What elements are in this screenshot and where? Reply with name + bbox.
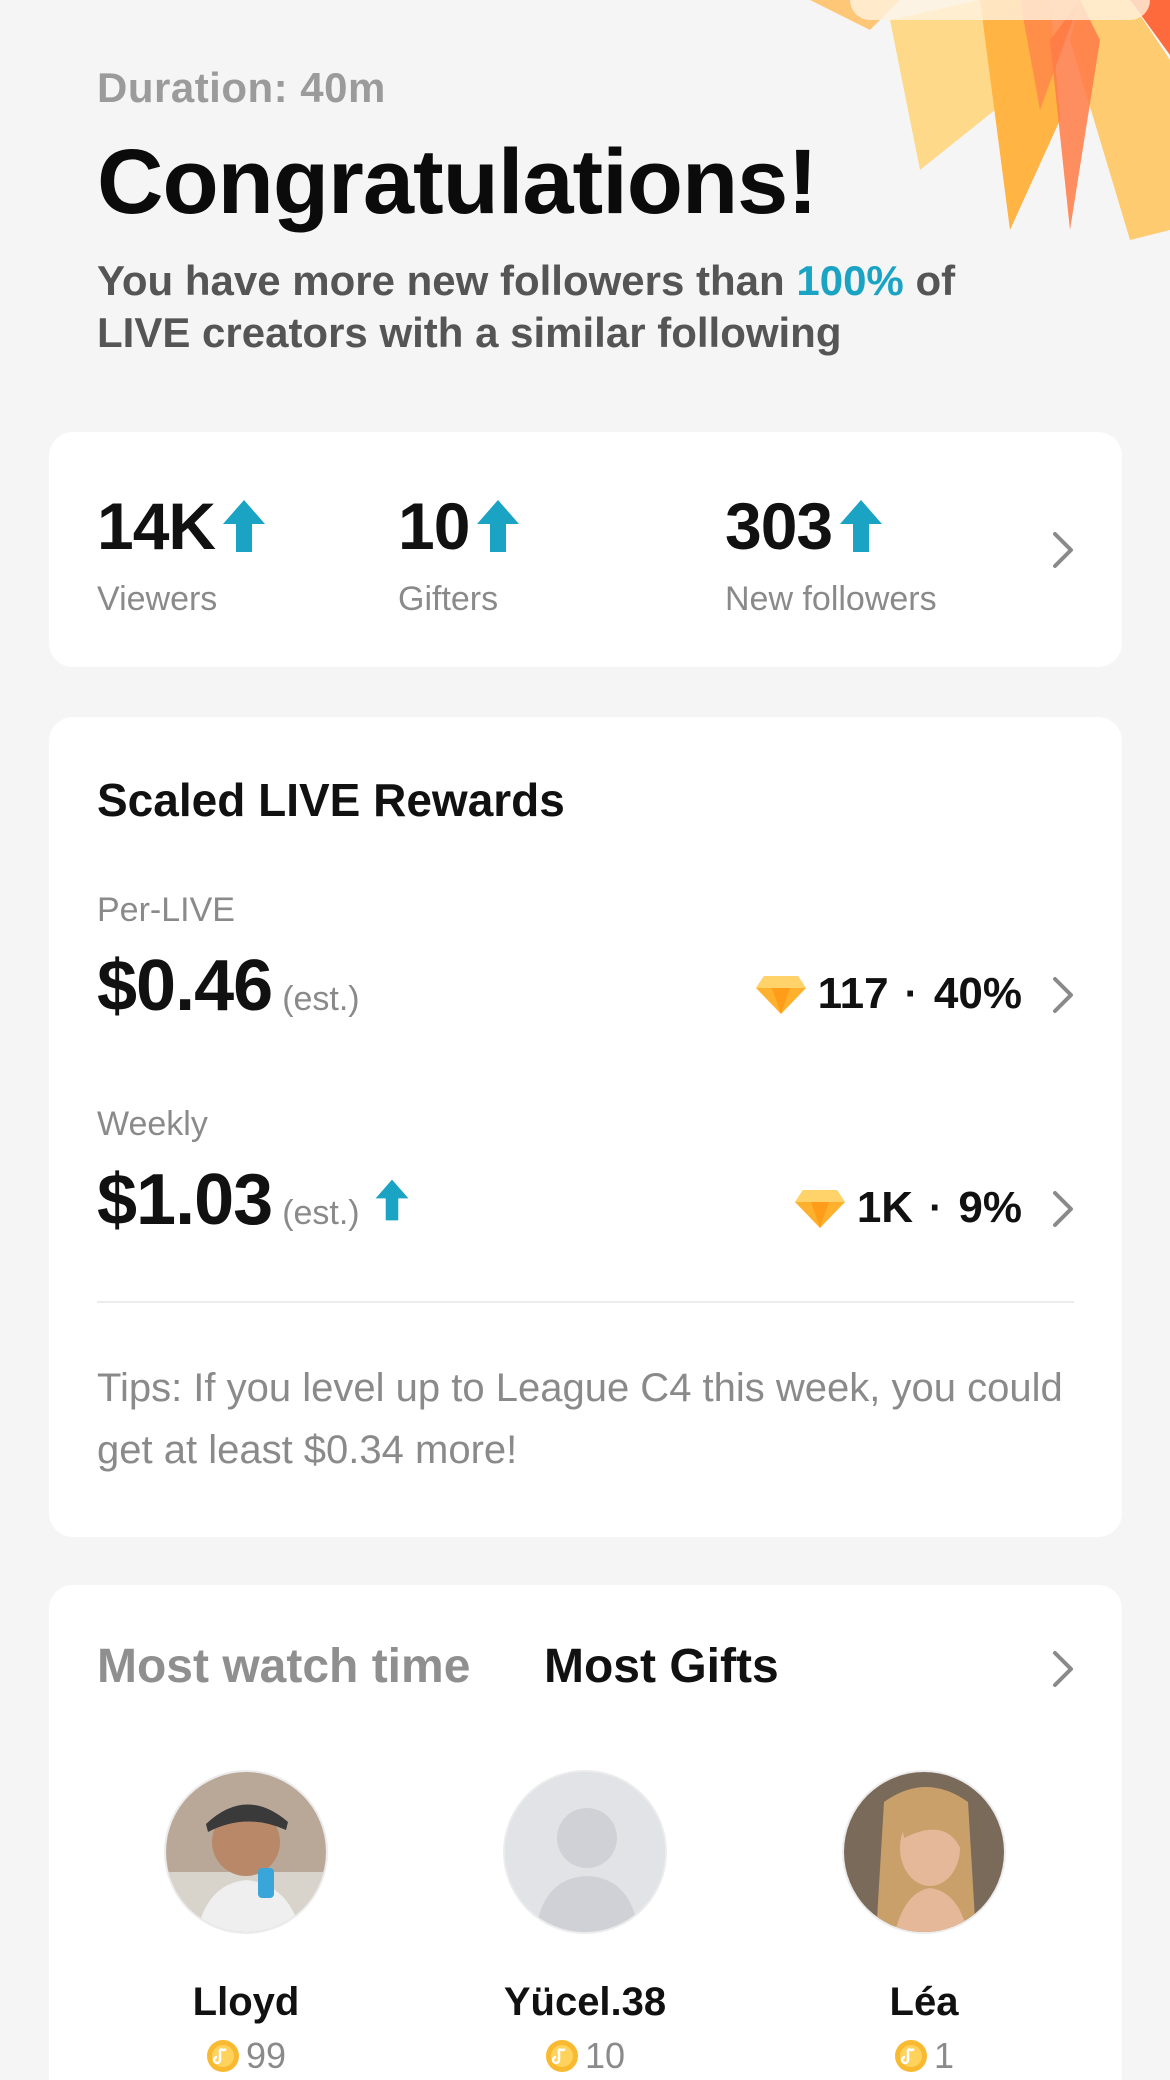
tab-most-watch-time[interactable]: Most watch time [97, 1639, 470, 1694]
per-live-value: $0.46 (est.) [97, 945, 360, 1027]
divider [97, 1301, 1074, 1303]
stat-viewers: 14K Viewers [97, 488, 267, 619]
avatar[interactable] [164, 1770, 328, 1934]
weekly-gems-row[interactable]: 1K · 9% [794, 1183, 1022, 1233]
coin-icon [894, 2040, 927, 2072]
up-arrow-icon [840, 500, 883, 552]
stat-label: Gifters [398, 580, 499, 618]
user-name: Lloyd [192, 1980, 300, 2024]
coin-count: 99 [245, 2035, 287, 2076]
user-card[interactable]: Yücel.38 10 [460, 1770, 710, 2077]
weekly-est: (est.) [282, 1194, 360, 1232]
subtitle-text: You have more new followers than [97, 257, 797, 304]
per-live-gems-row[interactable]: 117 · 40% [755, 969, 1022, 1019]
weekly-label: Weekly [97, 1105, 208, 1143]
chevron-right-icon[interactable] [1047, 530, 1077, 570]
avatar[interactable] [503, 1770, 667, 1934]
stat-new-followers: 303 New followers [725, 488, 937, 619]
user-card[interactable]: Lloyd 99 [121, 1770, 371, 2077]
stat-gifters: 10 Gifters [398, 488, 521, 619]
stat-value: 303 [725, 489, 833, 563]
user-name: Léa [889, 1980, 959, 2024]
avatar[interactable] [842, 1770, 1006, 1934]
stat-label: Viewers [97, 580, 218, 618]
stat-value: 14K [97, 489, 216, 563]
weekly-percent: 9% [958, 1183, 1022, 1232]
gem-icon [755, 976, 806, 1014]
coin-icon [206, 2040, 239, 2072]
weekly-amount: $1.03 [97, 1160, 273, 1240]
weekly-value: $1.03 (est.) [97, 1159, 410, 1241]
per-live-gems: 117 [817, 969, 889, 1018]
user-coins: 99 [121, 2035, 371, 2077]
duration-label: Duration: 40m [97, 64, 386, 111]
tips-text: Tips: If you level up to League C4 this … [97, 1366, 1063, 1472]
rewards-title: Scaled LIVE Rewards [97, 774, 565, 826]
stat-label: New followers [725, 580, 937, 618]
user-coins: 10 [460, 2035, 710, 2077]
up-arrow-icon [375, 1179, 409, 1221]
per-live-label: Per-LIVE [97, 891, 235, 929]
header: Duration: 40m Congratulations! You have … [97, 64, 1057, 359]
gem-icon [794, 1190, 845, 1228]
avatar-photo [844, 1772, 1004, 1932]
coin-icon [545, 2040, 578, 2072]
user-name: Yücel.38 [503, 1980, 667, 2024]
per-live-amount: $0.46 [97, 946, 273, 1026]
per-live-est: (est.) [282, 980, 360, 1018]
subtitle-percent: 100% [796, 257, 904, 304]
coin-count: 10 [584, 2035, 626, 2076]
page-title: Congratulations! [97, 131, 818, 233]
user-card[interactable]: Léa 1 [799, 1770, 1049, 2077]
chevron-right-icon[interactable] [1047, 975, 1077, 1015]
separator: · [929, 1185, 943, 1230]
chevron-right-icon[interactable] [1047, 1649, 1077, 1689]
up-arrow-icon [477, 500, 520, 552]
weekly-gems: 1K [856, 1183, 914, 1232]
top-viewers-card: Most watch time Most Gifts Lloyd 99 Yüce… [49, 1585, 1122, 2080]
tab-most-gifts[interactable]: Most Gifts [544, 1639, 779, 1694]
up-arrow-icon [223, 500, 266, 552]
coin-count: 1 [933, 2035, 955, 2076]
rewards-card: Scaled LIVE Rewards Per-LIVE $0.46 (est.… [49, 717, 1122, 1537]
subtitle: You have more new followers than 100% of… [97, 255, 1057, 359]
per-live-percent: 40% [933, 969, 1022, 1018]
stat-value: 10 [398, 489, 470, 563]
chevron-right-icon[interactable] [1047, 1189, 1077, 1229]
stats-card[interactable]: 14K Viewers 10 Gifters 303 New followers [49, 432, 1122, 667]
user-coins: 1 [799, 2035, 1049, 2077]
avatar-photo [166, 1772, 326, 1932]
separator: · [904, 971, 918, 1016]
avatar-placeholder-icon [505, 1772, 665, 1932]
